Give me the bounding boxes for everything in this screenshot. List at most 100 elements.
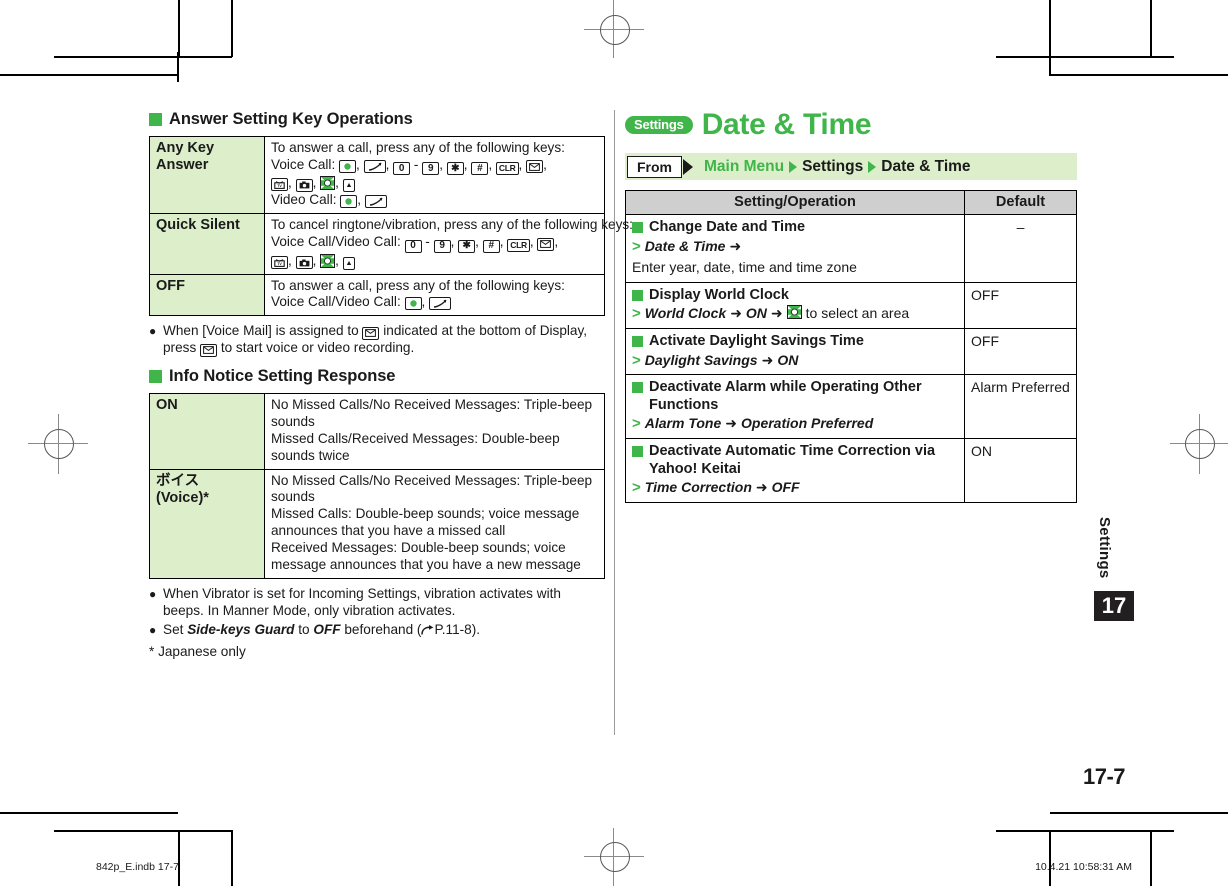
step-emphasis-2: ON <box>745 305 767 322</box>
step-marker-icon: > <box>632 479 641 497</box>
table-row: Quick Silent To cancel ringtone/vibratio… <box>149 213 633 275</box>
row-label-on: ON <box>149 393 265 470</box>
column-header-setting-operation: Setting/Operation <box>625 190 965 215</box>
table-row: Deactivate Alarm while Operating Other F… <box>625 374 1077 439</box>
table-header-row: Setting/Operation Default <box>625 190 1077 215</box>
body-line: To answer a call, press any of the follo… <box>271 140 565 155</box>
step-text: Enter year, date, time and time zone <box>632 259 857 276</box>
operation-title: Deactivate Automatic Time Correction via… <box>632 443 958 478</box>
breadcrumb: From Main Menu Settings Date & Time <box>625 153 1077 180</box>
bullet-text: When Vibrator is set for Incoming Settin… <box>163 585 561 618</box>
breadcrumb-item-settings: Settings <box>802 157 864 175</box>
step-arrow-icon: ➜ <box>729 237 742 254</box>
body-line-voice-call: Voice Call: , , 0 - 9, ✱, #, CLR, , <box>271 156 547 176</box>
green-square-bullet-icon <box>632 289 643 301</box>
row-body-voice: No Missed Calls/No Received Messages: Tr… <box>264 468 605 579</box>
mail-key-icon <box>537 237 555 251</box>
default-value-cell: Alarm Preferred <box>964 374 1077 439</box>
navigation-key-icon <box>320 176 336 191</box>
row-label-quick-silent: Quick Silent <box>149 213 265 275</box>
key-hash: # <box>471 162 489 176</box>
step-emphasis-2: OFF <box>771 479 800 496</box>
step-emphasis-2: Operation Preferred <box>741 415 874 432</box>
row-label-voice: ボイス (Voice)* <box>149 468 265 579</box>
page-title-row: Settings Date & Time <box>625 110 1077 140</box>
table-row: ON No Missed Calls/No Received Messages:… <box>149 393 605 470</box>
green-square-bullet-icon <box>149 113 162 126</box>
step-emphasis: Alarm Tone <box>644 415 722 432</box>
key-clr: CLR <box>507 238 530 252</box>
default-value-cell: OFF <box>964 327 1077 376</box>
operation-cell-time-correction: Deactivate Automatic Time Correction via… <box>625 437 965 503</box>
breadcrumb-from-label: From <box>627 155 682 178</box>
default-value-cell: ON <box>964 437 1077 503</box>
body-line: No Missed Calls/No Received Messages: Tr… <box>271 397 593 430</box>
emphasis-off: OFF <box>313 621 341 637</box>
bullet-dot-icon: ● <box>149 586 157 601</box>
step-arrow-icon: ➜ <box>755 479 768 496</box>
info-notice-table: ON No Missed Calls/No Received Messages:… <box>149 393 605 579</box>
step-arrow-icon: ➜ <box>730 305 742 322</box>
body-line: No Missed Calls/No Received Messages: Tr… <box>271 472 593 505</box>
green-square-bullet-icon <box>632 335 643 347</box>
step-emphasis: Time Correction <box>644 479 752 496</box>
mail-key-icon <box>362 326 380 340</box>
body-line: Missed Calls/Received Messages: Double-b… <box>271 430 560 463</box>
mail-key-icon <box>526 160 544 174</box>
key-star: ✱ <box>446 162 464 176</box>
row-body-quick-silent: To cancel ringtone/vibration, press any … <box>264 213 633 275</box>
tv-key-icon: TV <box>271 255 288 269</box>
page-reference-icon <box>421 624 434 641</box>
body-line-voice-video: Voice Call/Video Call: 0 - 9, ✱, #, CLR,… <box>271 234 559 253</box>
table-row: Any Key Answer To answer a call, press a… <box>149 135 605 215</box>
body-line: To answer a call, press any of the follo… <box>271 277 565 293</box>
send-call-key-icon <box>363 159 386 173</box>
navigation-key-icon <box>786 305 802 320</box>
footer-timestamp: 10.4.21 10:58:31 AM <box>1035 861 1132 873</box>
page-number: 17-7 <box>1083 764 1126 789</box>
section-heading-label: Answer Setting Key Operations <box>169 110 413 128</box>
operation-step: > World Clock ➜ ON ➜ to select an area <box>632 305 958 323</box>
key-clr: CLR <box>495 161 519 175</box>
section-heading-label: Info Notice Setting Response <box>169 367 396 386</box>
step-emphasis-2: ON <box>777 351 799 368</box>
key-0: 0 <box>404 239 422 253</box>
row-body-any-key-answer: To answer a call, press any of the follo… <box>264 135 605 215</box>
row-label-off: OFF <box>149 273 265 317</box>
table-row: Activate Daylight Savings Time > Dayligh… <box>625 327 1077 376</box>
center-select-key-icon <box>339 159 357 173</box>
send-call-key-icon <box>364 195 387 209</box>
operation-title-label: Deactivate Automatic Time Correction via… <box>649 442 936 477</box>
settings-operation-table: Setting/Operation Default Change Date an… <box>625 190 1077 503</box>
table-row: Deactivate Automatic Time Correction via… <box>625 437 1077 503</box>
operation-title: Activate Daylight Savings Time <box>632 333 958 351</box>
step-arrow-icon: ➜ <box>725 415 737 432</box>
green-square-bullet-icon <box>149 370 162 384</box>
right-column: Settings Date & Time From Main Menu Sett… <box>625 110 1077 503</box>
svg-text:TV: TV <box>277 185 282 189</box>
green-square-bullet-icon <box>632 222 643 233</box>
table-row: Change Date and Time > Date & Time ➜ Ent… <box>625 214 1077 283</box>
side-key-icon <box>342 179 355 193</box>
page-title: Date & Time <box>701 108 872 141</box>
camera-key-icon <box>295 256 313 270</box>
mail-key-icon <box>200 343 218 357</box>
column-header-default: Default <box>964 190 1077 215</box>
bullet-text: When [Voice Mail] is assigned to indicat… <box>163 323 588 357</box>
chapter-number-badge: 17 <box>1094 591 1134 621</box>
row-label-line1: ボイス <box>156 472 200 489</box>
step-emphasis: Date & Time <box>644 237 726 254</box>
section-heading-answer-setting: Answer Setting Key Operations <box>149 110 605 129</box>
voice-mail-note: ● When [Voice Mail] is assigned to indic… <box>149 323 605 357</box>
key-star: ✱ <box>458 239 476 253</box>
center-select-key-icon <box>340 195 358 209</box>
operation-title: Change Date and Time <box>632 219 958 237</box>
green-square-bullet-icon <box>632 382 643 394</box>
body-line-keys-2: TV, , , <box>271 175 599 193</box>
breadcrumb-item-date-time: Date & Time <box>881 157 971 175</box>
answer-setting-table: Any Key Answer To answer a call, press a… <box>149 135 633 317</box>
body-line-keys-2: TV, , , <box>271 253 599 270</box>
step-arrow-icon: ➜ <box>761 351 774 368</box>
bullet-item: ● When [Voice Mail] is assigned to indic… <box>149 323 605 357</box>
body-line: To cancel ringtone/vibration, press any … <box>271 217 633 233</box>
